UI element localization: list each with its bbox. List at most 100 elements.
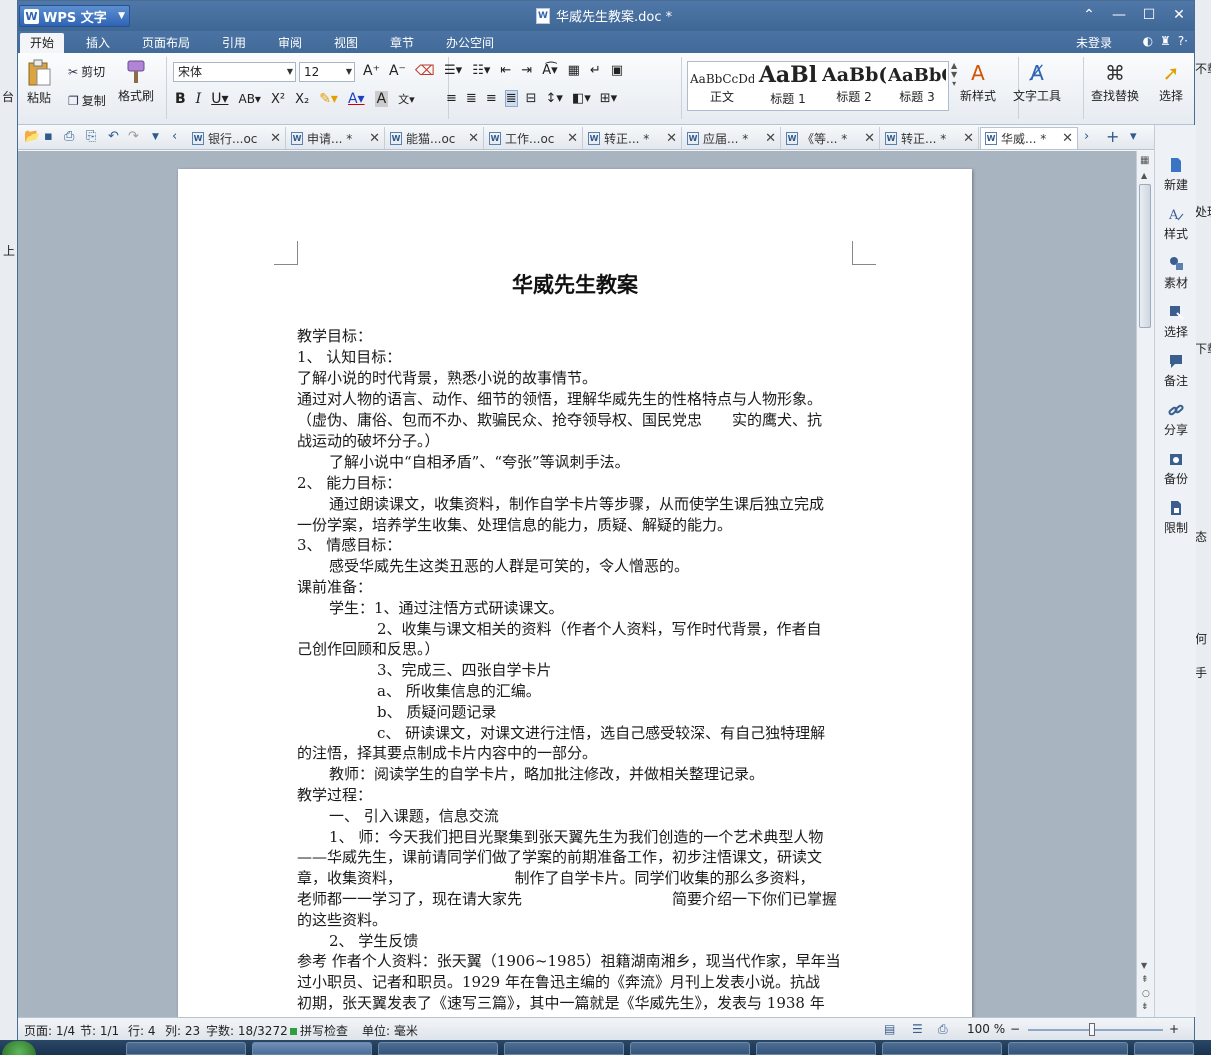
status-word-count[interactable]: 字数: 18/3272 — [206, 1022, 288, 1039]
char-shading-icon[interactable]: A — [374, 91, 389, 107]
login-status[interactable]: 未登录 — [1076, 34, 1112, 51]
sidebar-item-styles[interactable]: A 样式 — [1155, 206, 1197, 242]
font-size-combo[interactable]: 12 ▼ — [299, 62, 355, 82]
taskbar-app-button[interactable] — [882, 1042, 1002, 1055]
tab-chapter[interactable]: 章节 — [380, 33, 424, 53]
style-heading-3[interactable]: AaBbC 标题 3 — [888, 62, 946, 110]
redo-icon[interactable]: ↷ — [128, 129, 139, 144]
tab-page-layout[interactable]: 页面布局 — [132, 33, 200, 53]
doc-tab-active[interactable]: W 华威... * ✕ — [980, 127, 1078, 149]
sidebar-item-materials[interactable]: 素材 — [1155, 255, 1197, 291]
text-direction-icon[interactable]: A͡▾ — [542, 63, 557, 78]
sidebar-item-notes[interactable]: 备注 — [1155, 353, 1197, 389]
doc-tab[interactable]: W 转正... * ✕ — [881, 127, 979, 149]
tab-home[interactable]: 开始 — [20, 33, 65, 53]
bullet-list-icon[interactable]: ☰▾ — [444, 63, 462, 78]
select-browse-object-icon[interactable]: ○ — [1142, 989, 1150, 999]
tab-references[interactable]: 引用 — [212, 33, 256, 53]
text-tools-button[interactable]: A̸ 文字工具 — [1013, 61, 1061, 104]
taskbar-app-button[interactable] — [1134, 1042, 1194, 1055]
status-unit[interactable]: 单位: 毫米 — [362, 1022, 418, 1039]
save-icon[interactable]: ▪ — [44, 129, 53, 144]
skin-icon[interactable]: ◐ — [1143, 34, 1153, 48]
font-color-icon[interactable]: A▾ — [348, 91, 365, 107]
sidebar-item-select[interactable]: 选择 — [1155, 304, 1197, 340]
style-heading-2[interactable]: AaBb( 标题 2 — [822, 62, 886, 110]
zoom-in-icon[interactable]: + — [1169, 1022, 1179, 1036]
view-toggle-icon[interactable]: ▦ — [1140, 155, 1149, 166]
close-icon[interactable]: ✕ — [666, 131, 677, 146]
undo-icon[interactable]: ↶ — [108, 129, 119, 144]
format-painter-button[interactable]: 格式刷 — [118, 59, 154, 104]
align-left-icon[interactable]: ≡ — [446, 91, 457, 106]
print-icon[interactable]: ⎙ — [64, 129, 74, 144]
doc-tab[interactable]: W 银行...oc ✕ — [188, 127, 286, 149]
status-page[interactable]: 页面: 1/4 — [24, 1022, 75, 1039]
scroll-up-icon[interactable]: ▲ — [1141, 171, 1147, 180]
zoom-slider-handle[interactable] — [1088, 1023, 1095, 1036]
phonetic-guide-icon[interactable]: 文▾ — [398, 91, 415, 107]
previous-page-icon[interactable]: ⇞ — [1141, 975, 1149, 985]
help-icon[interactable]: ?· — [1178, 34, 1188, 48]
table-grid-icon[interactable]: ▦ — [568, 63, 580, 78]
increase-indent-icon[interactable]: ⇥ — [521, 63, 532, 78]
doc-tab[interactable]: W 申请... * ✕ — [287, 127, 385, 149]
justify-icon[interactable]: ≣ — [504, 90, 518, 107]
sidebar-item-restrict[interactable]: 限制 — [1155, 500, 1197, 536]
taskbar-app-button[interactable] — [126, 1042, 246, 1055]
new-style-button[interactable]: A 新样式 — [960, 61, 996, 104]
zoom-slider[interactable] — [1028, 1023, 1163, 1036]
superscript-icon[interactable]: X² — [271, 92, 285, 107]
border-icon[interactable]: ⊞▾ — [600, 91, 617, 106]
strikethrough-icon[interactable]: AB▾ — [238, 92, 260, 106]
doc-tab[interactable]: W 工作...oc ✕ — [485, 127, 583, 149]
grow-font-icon[interactable]: A⁺ — [363, 63, 380, 79]
zoom-level[interactable]: 100 % — [967, 1022, 1005, 1036]
page-view-icon[interactable]: ▤ — [884, 1022, 895, 1036]
close-icon[interactable]: ✕ — [765, 131, 776, 146]
collapse-ribbon-button[interactable]: ⌃ — [1074, 1, 1104, 29]
align-right-icon[interactable]: ≡ — [486, 91, 497, 106]
clear-format-icon[interactable]: ⌫ — [415, 63, 435, 79]
shirt-icon[interactable]: ♜ — [1160, 34, 1171, 48]
outline-view-icon[interactable]: ☰ — [912, 1022, 923, 1036]
close-icon[interactable]: ✕ — [468, 131, 479, 146]
distributed-icon[interactable]: ⊟ — [526, 91, 537, 106]
style-gallery-scroll[interactable]: ▲ ▼ ▾ — [951, 61, 957, 88]
document-page[interactable]: 华威先生教案 教学目标： 1、 认知目标： 了解小说的时代背景，熟悉小说的故事情… — [178, 169, 972, 1017]
zoom-out-icon[interactable]: − — [1010, 1022, 1020, 1036]
start-button[interactable] — [2, 1041, 36, 1055]
page-frame-icon[interactable]: ▣ — [611, 63, 623, 78]
shrink-font-icon[interactable]: A⁻ — [389, 63, 406, 79]
taskbar-app-button[interactable] — [630, 1042, 750, 1055]
line-spacing-icon[interactable]: ↕▾ — [546, 91, 563, 106]
scrollbar-thumb[interactable] — [1139, 184, 1151, 328]
underline-icon[interactable]: U▾ — [211, 91, 228, 107]
select-button[interactable]: ➚ 选择 — [1159, 61, 1183, 104]
close-button[interactable]: ✕ — [1164, 1, 1194, 29]
scroll-down-icon[interactable]: ▼ — [1141, 961, 1147, 970]
doc-tab[interactable]: W 《等... * ✕ — [782, 127, 880, 149]
style-normal[interactable]: AaBbCcDd 正文 — [690, 62, 754, 110]
italic-icon[interactable]: I — [196, 91, 202, 107]
taskbar-app-button[interactable] — [252, 1042, 372, 1055]
vertical-scrollbar[interactable]: ▦ ▲ ▼ ⇞ ○ ⇟ — [1136, 151, 1153, 1017]
chevron-left-icon[interactable]: ‹ — [172, 129, 177, 144]
taskbar-app-button[interactable] — [756, 1042, 876, 1055]
sidebar-item-share[interactable]: 分享 — [1155, 402, 1197, 438]
taskbar-app-button[interactable] — [378, 1042, 498, 1055]
tab-review[interactable]: 审阅 — [268, 33, 312, 53]
subscript-icon[interactable]: X₂ — [295, 92, 309, 107]
decrease-indent-icon[interactable]: ⇤ — [500, 63, 511, 78]
copy-button[interactable]: ❐ 复制 — [68, 92, 106, 109]
tab-view[interactable]: 视图 — [324, 33, 368, 53]
spell-check-toggle[interactable]: 拼写检查 — [290, 1022, 348, 1039]
doc-tab[interactable]: W 应届... * ✕ — [683, 127, 781, 149]
next-page-icon[interactable]: ⇟ — [1141, 1002, 1149, 1012]
numbered-list-icon[interactable]: ☷▾ — [472, 63, 490, 78]
close-icon[interactable]: ✕ — [567, 131, 578, 146]
paste-button[interactable]: 粘贴 — [26, 59, 52, 106]
bold-icon[interactable]: B — [175, 91, 186, 107]
tab-insert[interactable]: 插入 — [76, 33, 120, 53]
close-icon[interactable]: ✕ — [963, 131, 974, 146]
